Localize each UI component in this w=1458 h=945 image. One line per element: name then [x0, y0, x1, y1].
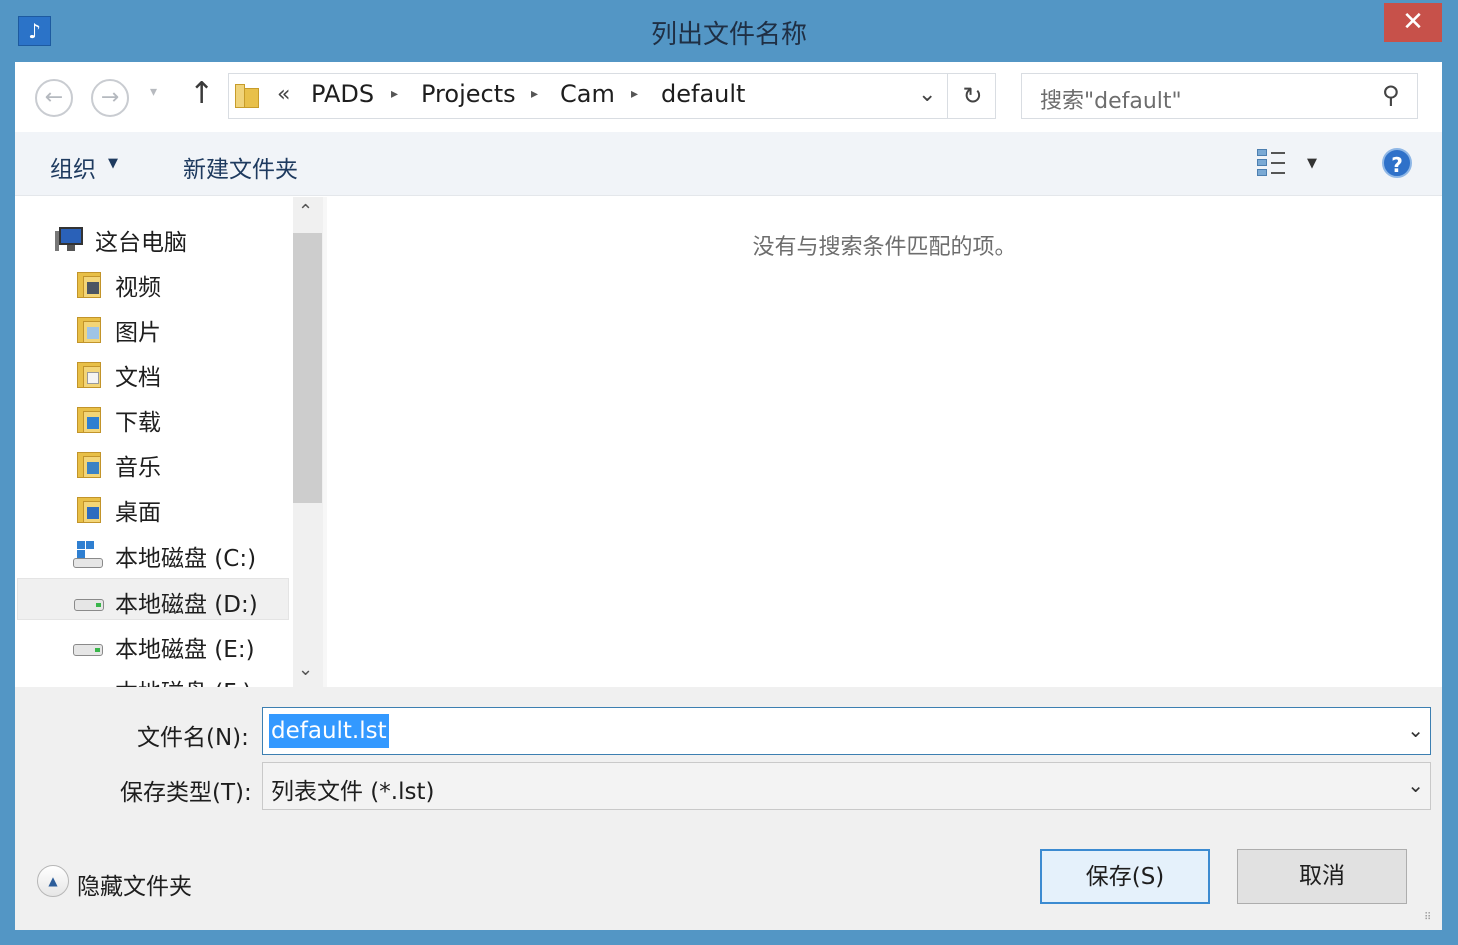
tree-item-label: 下载 — [115, 410, 161, 436]
navigation-pane: 这台电脑 视频 图片 文档 下载 音乐 桌面 本地磁盘 (C:) 本地磁盘 (D… — [15, 197, 293, 687]
hide-folders-label[interactable]: 隐藏文件夹 — [77, 867, 192, 901]
downloads-folder-icon — [75, 405, 103, 433]
back-button[interactable]: ← — [35, 79, 73, 117]
view-dropdown-icon[interactable]: ▼ — [1307, 156, 1317, 171]
filetype-select[interactable]: 列表文件 (*.lst) ⌄ — [262, 762, 1431, 810]
drive-icon — [73, 675, 101, 687]
navigation-pane-scrollbar[interactable]: ⌃ ⌄ — [293, 197, 323, 687]
window-title: 列出文件名称 — [650, 20, 807, 50]
tree-item-pictures[interactable]: 图片 — [17, 307, 289, 349]
help-icon[interactable]: ? — [1382, 148, 1412, 178]
close-button[interactable]: ✕ — [1384, 3, 1442, 42]
desktop-folder-icon — [75, 495, 103, 523]
address-dropdown-button[interactable]: ⌄ — [918, 82, 936, 107]
filename-input[interactable]: default.lst ⌄ — [262, 707, 1431, 755]
save-options-panel: 文件名(N): default.lst ⌄ 保存类型(T): 列表文件 (*.l… — [15, 687, 1442, 930]
title-bar[interactable]: ♪ 列出文件名称 ✕ — [0, 0, 1458, 62]
search-icon[interactable]: ⚲ — [1382, 81, 1400, 109]
tree-item-label: 图片 — [115, 320, 161, 346]
filename-value[interactable]: default.lst — [269, 714, 389, 748]
view-options-icon[interactable] — [1257, 148, 1287, 178]
cancel-button[interactable]: 取消 — [1237, 849, 1407, 904]
tree-item-label: 这台电脑 — [95, 230, 187, 256]
tree-item-label: 本地磁盘 (E:) — [115, 637, 255, 663]
tree-item-label: 本地磁盘 (F:) — [115, 673, 251, 687]
address-bar[interactable]: « PADS ▸ Projects ▸ Cam ▸ default ⌄ ↻ — [228, 73, 996, 119]
scroll-thumb[interactable] — [293, 233, 322, 503]
filetype-value: 列表文件 (*.lst) — [271, 779, 435, 805]
search-placeholder: 搜索"default" — [1040, 89, 1182, 114]
scroll-up-button[interactable]: ⌃ — [298, 201, 313, 222]
pictures-folder-icon — [75, 315, 103, 343]
search-input[interactable]: 搜索"default" ⚲ — [1021, 73, 1418, 119]
tree-item-label: 视频 — [115, 275, 161, 301]
breadcrumb-default[interactable]: default — [661, 80, 745, 108]
breadcrumb-separator[interactable]: ▸ — [631, 86, 638, 102]
folder-icon — [235, 82, 263, 110]
tree-item-drive-e[interactable]: 本地磁盘 (E:) — [17, 624, 289, 666]
save-dialog-window: ♪ 列出文件名称 ✕ ← → ▾ ↑ « PADS ▸ Projects ▸ C… — [0, 0, 1458, 945]
tree-item-drive-c[interactable]: 本地磁盘 (C:) — [17, 533, 289, 575]
filename-label: 文件名(N): — [137, 725, 249, 751]
organize-dropdown-icon[interactable]: ▼ — [108, 156, 118, 171]
tree-item-downloads[interactable]: 下载 — [17, 397, 289, 439]
tree-item-label: 本地磁盘 (D:) — [115, 592, 258, 618]
documents-folder-icon — [75, 360, 103, 388]
breadcrumb-overflow[interactable]: « — [277, 82, 290, 107]
breadcrumb-cam[interactable]: Cam — [560, 80, 615, 108]
new-folder-button[interactable]: 新建文件夹 — [183, 150, 298, 184]
tree-item-label: 本地磁盘 (C:) — [115, 546, 257, 572]
tree-item-label: 桌面 — [115, 500, 161, 526]
tree-item-drive-f[interactable]: 本地磁盘 (F:) — [17, 667, 289, 687]
filetype-label: 保存类型(T): — [120, 780, 252, 806]
drive-icon — [74, 587, 104, 615]
tree-item-this-pc[interactable]: 这台电脑 — [17, 217, 289, 259]
scroll-down-button[interactable]: ⌄ — [298, 659, 313, 680]
tree-item-documents[interactable]: 文档 — [17, 352, 289, 394]
tree-item-label: 文档 — [115, 365, 161, 391]
chevron-down-icon[interactable]: ⌄ — [1407, 773, 1424, 797]
breadcrumb-separator[interactable]: ▸ — [391, 86, 398, 102]
collapse-icon[interactable]: ▲ — [37, 865, 69, 897]
chevron-down-icon[interactable]: ⌄ — [1407, 718, 1424, 742]
refresh-button[interactable]: ↻ — [947, 74, 997, 118]
breadcrumb-pads[interactable]: PADS — [311, 80, 374, 108]
tree-item-desktop[interactable]: 桌面 — [17, 487, 289, 529]
forward-button[interactable]: → — [91, 79, 129, 117]
videos-folder-icon — [75, 270, 103, 298]
music-folder-icon — [75, 450, 103, 478]
tree-item-label: 音乐 — [115, 455, 161, 481]
up-button[interactable]: ↑ — [189, 76, 214, 111]
dialog-client: ← → ▾ ↑ « PADS ▸ Projects ▸ Cam ▸ defaul… — [15, 62, 1442, 930]
system-drive-icon — [73, 541, 103, 569]
computer-icon — [55, 225, 83, 253]
resize-grip-icon[interactable]: ⠿ — [1424, 912, 1438, 926]
breadcrumb-separator[interactable]: ▸ — [531, 86, 538, 102]
file-list[interactable]: 没有与搜索条件匹配的项。 — [327, 197, 1442, 687]
tree-item-videos[interactable]: 视频 — [17, 262, 289, 304]
breadcrumb-projects[interactable]: Projects — [421, 80, 516, 108]
navigation-bar: ← → ▾ ↑ « PADS ▸ Projects ▸ Cam ▸ defaul… — [15, 62, 1442, 132]
recent-locations-button[interactable]: ▾ — [150, 84, 157, 100]
save-button[interactable]: 保存(S) — [1040, 849, 1210, 904]
drive-icon — [73, 632, 103, 660]
organize-button[interactable]: 组织 — [50, 150, 96, 184]
empty-results-message: 没有与搜索条件匹配的项。 — [752, 235, 1017, 260]
tree-item-drive-d[interactable]: 本地磁盘 (D:) — [17, 578, 289, 620]
command-bar: 组织 ▼ 新建文件夹 ▼ ? — [15, 132, 1442, 196]
tree-item-music[interactable]: 音乐 — [17, 442, 289, 484]
